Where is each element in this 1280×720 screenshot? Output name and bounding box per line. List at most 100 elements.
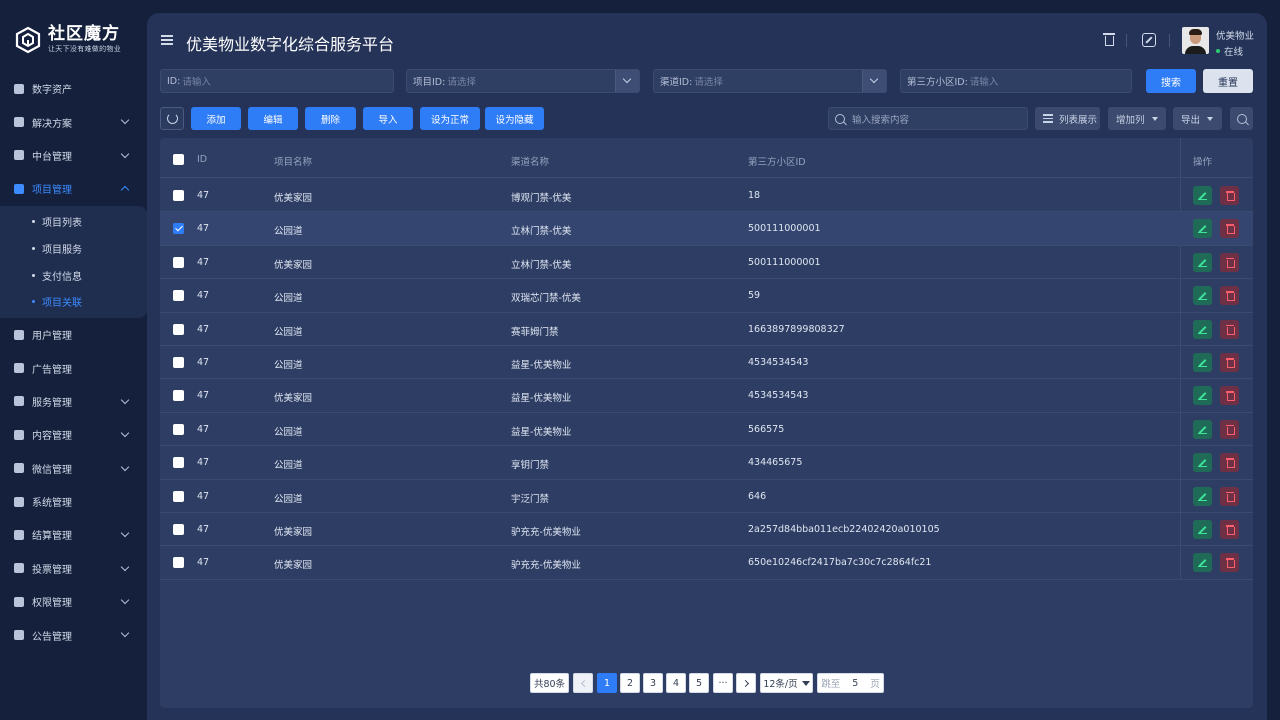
table-row[interactable]: 47 优美家园 益星-优美物业 4534534543	[160, 379, 1253, 413]
row-edit-icon[interactable]	[1193, 219, 1212, 239]
table-row[interactable]: 47 优美家园 驴充充-优美物业 2a257d84bba011ecb22402420a…	[160, 513, 1253, 547]
edit-button[interactable]: 编辑	[248, 107, 298, 130]
table-row[interactable]: 47 公园道 享钥门禁 434465675	[160, 446, 1253, 480]
row-delete-icon[interactable]	[1220, 186, 1239, 205]
sidebar-item[interactable]: 数字资产	[0, 72, 148, 105]
sidebar-item[interactable]: 微信管理	[0, 452, 148, 485]
set-normal-button[interactable]: 设为正常	[420, 107, 480, 130]
row-delete-icon[interactable]	[1220, 252, 1239, 272]
row-edit-icon[interactable]	[1193, 520, 1212, 539]
sidebar-subitem[interactable]: 项目服务	[0, 235, 148, 262]
row-delete-icon[interactable]	[1220, 386, 1239, 406]
row-checkbox[interactable]	[173, 290, 184, 302]
add-button[interactable]: 添加	[191, 107, 241, 130]
prev-page-button[interactable]	[573, 673, 593, 693]
delete-button[interactable]: 删除	[305, 107, 356, 130]
id-filter-input[interactable]: ID: 请输入	[160, 69, 394, 93]
edit-icon[interactable]	[1142, 33, 1156, 47]
sidebar-item[interactable]: 广告管理	[0, 351, 148, 384]
table-row[interactable]: 47 优美家园 博观门禁-优美 18	[160, 179, 1253, 213]
row-edit-icon[interactable]	[1193, 286, 1212, 306]
sidebar-subitem[interactable]: 项目列表	[0, 209, 148, 236]
next-page-button[interactable]	[736, 673, 756, 693]
row-checkbox[interactable]	[173, 256, 184, 268]
row-checkbox[interactable]	[173, 190, 184, 201]
avatar[interactable]	[1182, 27, 1209, 54]
row-delete-icon[interactable]	[1220, 219, 1239, 239]
select-all-checkbox[interactable]	[173, 154, 184, 165]
row-delete-icon[interactable]	[1220, 353, 1239, 372]
sidebar-item[interactable]: 解决方案	[0, 105, 148, 138]
project-id-select[interactable]: 项目ID: 请选择	[406, 69, 640, 93]
menu-icon[interactable]	[161, 35, 173, 45]
row-checkbox[interactable]	[173, 423, 184, 435]
jump-to-page[interactable]: 跳至 5 页	[817, 673, 884, 693]
row-checkbox[interactable]	[173, 490, 184, 502]
chevron-down-icon[interactable]	[615, 70, 639, 92]
row-delete-icon[interactable]	[1220, 286, 1239, 306]
table-row[interactable]: 47 公园道 益星-优美物业 4534534543	[160, 346, 1253, 380]
table-row[interactable]: 47 公园道 立林门禁-优美 500111000001	[160, 212, 1253, 246]
trash-icon[interactable]	[1102, 33, 1116, 47]
table-search-input[interactable]: 输入搜索内容	[828, 107, 1028, 130]
sidebar-item[interactable]: 内容管理	[0, 418, 148, 451]
row-edit-icon[interactable]	[1193, 453, 1212, 473]
row-delete-icon[interactable]	[1220, 419, 1239, 439]
table-row[interactable]: 47 公园道 赛菲姆门禁 1663897899808327	[160, 313, 1253, 346]
channel-id-select[interactable]: 渠道ID: 请选择	[653, 69, 887, 93]
row-delete-icon[interactable]	[1220, 520, 1239, 539]
table-row[interactable]: 47 公园道 双瑞芯门禁-优美 59	[160, 279, 1253, 313]
page-button[interactable]: 2	[620, 673, 640, 693]
add-column-button[interactable]: 增加列	[1108, 107, 1166, 130]
chevron-down-icon[interactable]	[862, 70, 886, 92]
import-button[interactable]: 导入	[363, 107, 413, 130]
row-edit-icon[interactable]	[1193, 553, 1212, 573]
table-row[interactable]: 47 公园道 益星-优美物业 566575	[160, 413, 1253, 447]
sidebar-item[interactable]: 结算管理	[0, 518, 148, 551]
sidebar-subitem[interactable]: 项目关联	[0, 288, 148, 315]
table-row[interactable]: 47 优美家园 驴充充-优美物业 650e10246cf2417ba7c30c7c28…	[160, 546, 1253, 580]
row-checkbox[interactable]	[173, 524, 184, 535]
sidebar-item[interactable]: 权限管理	[0, 585, 148, 618]
jump-input[interactable]: 5	[852, 678, 858, 689]
row-edit-icon[interactable]	[1193, 319, 1212, 339]
row-delete-icon[interactable]	[1220, 486, 1239, 506]
row-checkbox[interactable]	[173, 457, 184, 469]
page-size-select[interactable]: 12条/页	[760, 673, 813, 693]
row-checkbox[interactable]	[173, 323, 184, 335]
page-button[interactable]: 4	[666, 673, 686, 693]
row-edit-icon[interactable]	[1193, 252, 1212, 272]
row-edit-icon[interactable]	[1193, 486, 1212, 506]
row-checkbox[interactable]	[173, 357, 184, 368]
row-edit-icon[interactable]	[1193, 353, 1212, 372]
sidebar-subitem[interactable]: 支付信息	[0, 262, 148, 289]
reset-button[interactable]: 重置	[1203, 69, 1253, 93]
more-pages-button[interactable]: ···	[713, 673, 733, 693]
row-edit-icon[interactable]	[1193, 186, 1212, 205]
row-checkbox[interactable]	[173, 557, 184, 569]
row-edit-icon[interactable]	[1193, 419, 1212, 439]
row-delete-icon[interactable]	[1220, 453, 1239, 473]
search-button[interactable]: 搜索	[1146, 69, 1196, 93]
third-party-id-input[interactable]: 第三方小区ID: 请输入	[900, 69, 1132, 93]
row-delete-icon[interactable]	[1220, 553, 1239, 573]
sidebar-item[interactable]: 公告管理	[0, 618, 148, 651]
table-row[interactable]: 47 优美家园 立林门禁-优美 500111000001	[160, 246, 1253, 280]
refresh-icon[interactable]	[160, 107, 184, 130]
page-button[interactable]: 5	[689, 673, 709, 693]
sidebar-item[interactable]: 用户管理	[0, 318, 148, 351]
sidebar-item[interactable]: 服务管理	[0, 385, 148, 418]
sidebar-item[interactable]: 项目管理	[0, 172, 148, 205]
sidebar-item[interactable]: 系统管理	[0, 485, 148, 518]
sidebar-item[interactable]: 中台管理	[0, 139, 148, 172]
sidebar-item[interactable]: 投票管理	[0, 552, 148, 585]
row-edit-icon[interactable]	[1193, 386, 1212, 406]
page-button[interactable]: 3	[643, 673, 663, 693]
search-toggle-button[interactable]	[1230, 107, 1253, 130]
row-delete-icon[interactable]	[1220, 319, 1239, 339]
row-checkbox[interactable]	[173, 390, 184, 402]
export-button[interactable]: 导出	[1173, 107, 1222, 130]
list-view-button[interactable]: 列表展示	[1035, 107, 1100, 130]
row-checkbox[interactable]	[173, 223, 184, 235]
page-button[interactable]: 1	[597, 673, 617, 693]
